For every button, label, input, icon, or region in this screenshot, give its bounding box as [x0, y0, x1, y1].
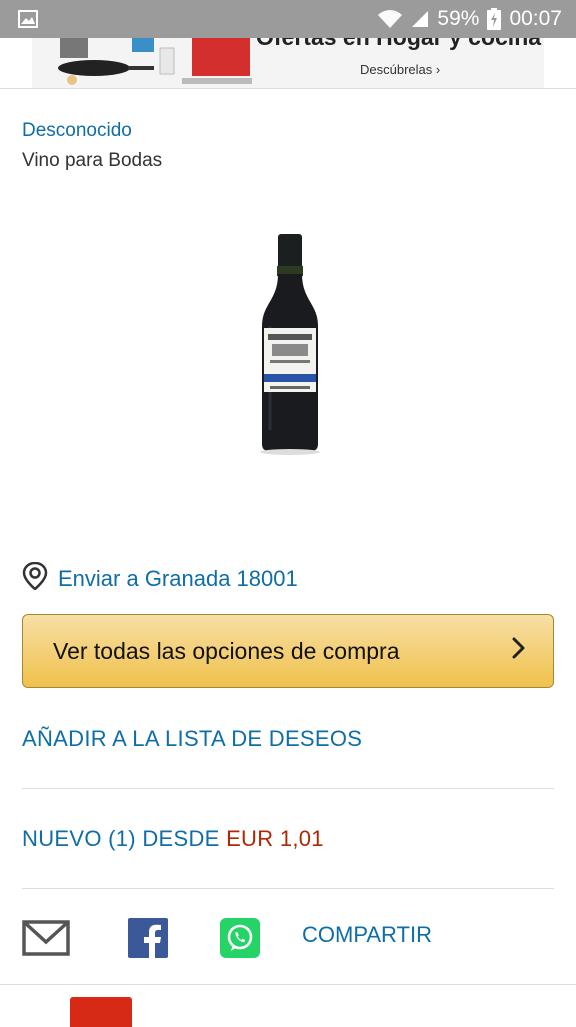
offer-price: EUR 1,01: [226, 826, 324, 851]
battery-charging-icon: [487, 8, 502, 30]
brand-link[interactable]: Desconocido: [22, 120, 132, 142]
banner-title: Ofertas en Hogar y cocina: [256, 38, 541, 51]
delivery-location-label: Enviar a Granada 18001: [58, 566, 298, 591]
facebook-icon[interactable]: [128, 918, 168, 963]
see-all-buying-options-button[interactable]: Ver todas las opciones de compra: [22, 614, 554, 688]
add-to-wishlist-link[interactable]: AÑADIR A LA LISTA DE DESEOS: [22, 726, 362, 752]
related-product-card[interactable]: [0, 984, 576, 1027]
email-icon[interactable]: [22, 920, 70, 961]
wifi-icon: [377, 9, 403, 29]
signal-icon: [411, 10, 429, 28]
battery-percent: 59%: [437, 7, 480, 30]
whatsapp-icon[interactable]: [220, 918, 260, 963]
delivery-location-link[interactable]: Enviar a Granada 18001: [22, 561, 298, 596]
image-notification-icon: [18, 10, 38, 28]
share-link[interactable]: COMPARTIR: [302, 922, 432, 948]
divider: [22, 788, 554, 789]
wine-bottle-image[interactable]: [250, 230, 330, 455]
related-product-image: [70, 997, 132, 1027]
clock: 00:07: [509, 7, 562, 30]
share-row: COMPARTIR: [22, 918, 554, 962]
divider: [0, 88, 576, 89]
buy-button-label: Ver todas las opciones de compra: [53, 637, 400, 664]
divider: [22, 888, 554, 889]
chevron-right-icon: [511, 636, 527, 666]
product-title: Vino para Bodas: [22, 150, 163, 171]
promo-banner[interactable]: Ofertas en Hogar y cocina Descúbrelas ›: [32, 38, 544, 88]
kitchen-products-image: [58, 38, 252, 85]
location-pin-icon: [22, 561, 48, 596]
new-offers-label: NUEVO (1) DESDE: [22, 826, 227, 851]
status-bar: 59% 00:07: [0, 0, 576, 38]
banner-cta-link[interactable]: Descúbrelas ›: [360, 62, 440, 77]
new-offers-link[interactable]: NUEVO (1) DESDE EUR 1,01: [22, 826, 324, 852]
